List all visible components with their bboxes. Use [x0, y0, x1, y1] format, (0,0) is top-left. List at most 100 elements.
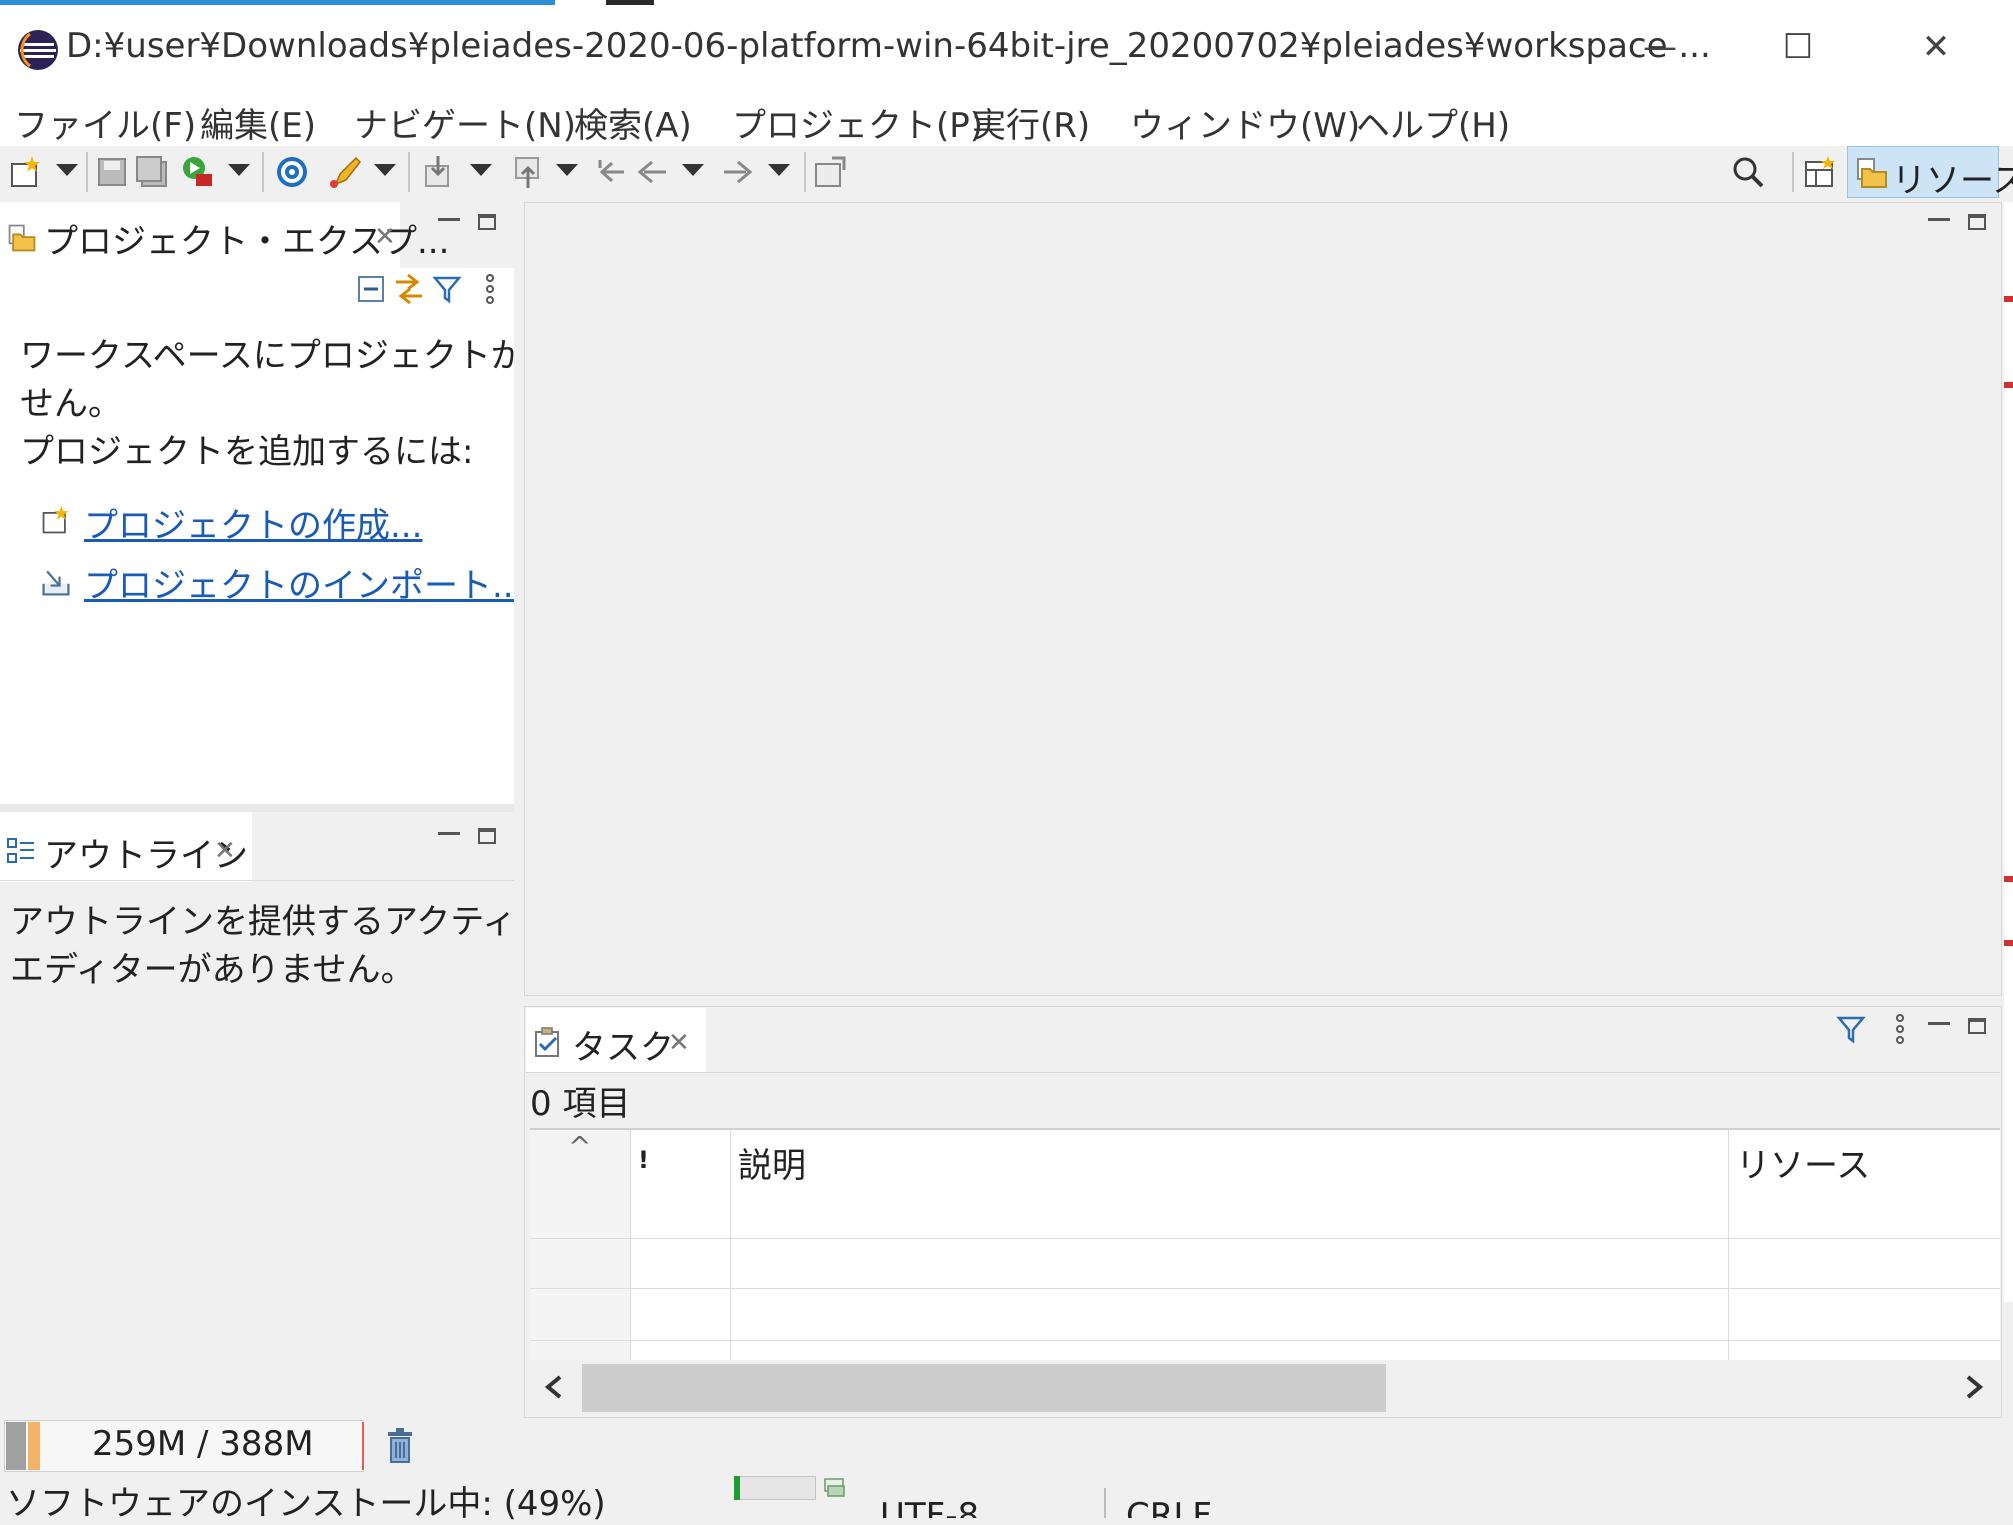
new-wizard-icon[interactable]: [8, 154, 44, 190]
previous-annotation-dropdown-icon[interactable]: [556, 164, 578, 176]
tasks-maximize-icon[interactable]: [1968, 1018, 1986, 1034]
outline-minimize-icon[interactable]: [438, 832, 460, 835]
back-dropdown-icon[interactable]: [682, 164, 704, 176]
scroll-right-arrow-icon[interactable]: [1962, 1374, 1986, 1400]
vertical-sash[interactable]: [514, 202, 524, 1418]
resource-column-header[interactable]: リソース: [1736, 1138, 1870, 1187]
tasks-filter-icon[interactable]: [1836, 1014, 1866, 1044]
right-edge-marker: [2004, 296, 2013, 302]
import-project-link[interactable]: プロジェクトのインポート...: [84, 558, 524, 607]
forward-dropdown-icon[interactable]: [768, 164, 790, 176]
outline-close-icon[interactable]: ✕: [214, 836, 236, 866]
horizontal-scrollbar-thumb[interactable]: [582, 1364, 1386, 1412]
status-separator: [1104, 1488, 1106, 1518]
last-edit-location-icon[interactable]: [594, 154, 630, 190]
link-with-editor-icon[interactable]: [392, 272, 426, 306]
menu-project[interactable]: プロジェクト(P): [732, 98, 983, 147]
settings-gear-icon[interactable]: [274, 154, 310, 190]
new-dropdown-icon[interactable]: [56, 164, 78, 176]
progress-view-icon[interactable]: [824, 1478, 846, 1498]
outline-divider: [0, 880, 514, 881]
create-project-icon: [42, 505, 69, 534]
close-button[interactable]: ✕: [1906, 22, 1966, 72]
menu-file[interactable]: ファイル(F): [14, 98, 196, 147]
line-ending-status: CRLF: [1126, 1496, 1212, 1518]
sort-column-header[interactable]: ^: [568, 1130, 591, 1163]
right-edge-marker: [2004, 876, 2013, 882]
install-progress-fill: [734, 1476, 740, 1500]
description-column-header[interactable]: 説明: [738, 1138, 806, 1187]
heap-used-bar: [6, 1422, 26, 1470]
table-row: [530, 1288, 2000, 1289]
tasks-tab-title: タスク: [572, 1028, 674, 1068]
collapse-all-icon[interactable]: [356, 274, 386, 304]
import-project-icon: [42, 570, 70, 596]
menu-window[interactable]: ウィンドウ(W): [1130, 98, 1360, 147]
garbage-collect-trash-icon[interactable]: [386, 1428, 414, 1464]
outline-maximize-icon[interactable]: [478, 828, 496, 844]
column-divider: [1728, 1130, 1729, 1360]
menu-run[interactable]: 実行(R): [972, 98, 1090, 147]
launch-rocket-icon[interactable]: [326, 154, 362, 190]
right-edge-marker: [2004, 940, 2013, 946]
maximize-button[interactable]: ☐: [1768, 22, 1828, 72]
project-explorer-minimize-icon[interactable]: [438, 218, 460, 221]
column-divider: [630, 1130, 631, 1360]
heap-committed-bar: [28, 1422, 40, 1470]
search-icon[interactable]: [1730, 154, 1766, 190]
open-perspective-icon[interactable]: [1802, 154, 1838, 190]
save-icon[interactable]: [94, 154, 130, 190]
run-dropdown-icon[interactable]: [228, 164, 250, 176]
line-ending-status-clip: CRLF: [1126, 1496, 1226, 1518]
run-server-icon[interactable]: [180, 154, 216, 190]
project-explorer-icon: [8, 224, 36, 252]
outline-empty-message-line2: エディターがありません。: [10, 950, 415, 990]
project-explorer-close-icon[interactable]: ✕: [374, 222, 396, 252]
main-toolbar: [0, 146, 2013, 202]
left-horizontal-sash[interactable]: [0, 804, 514, 812]
title-accent-bar-secondary: [606, 0, 654, 5]
next-annotation-icon[interactable]: [420, 154, 456, 190]
tasks-view-menu-icon[interactable]: [1892, 1012, 1908, 1046]
forward-arrow-icon[interactable]: [720, 154, 756, 190]
scroll-left-arrow-icon[interactable]: [542, 1374, 566, 1400]
toolbar-separator: [1792, 152, 1794, 192]
tasks-minimize-icon[interactable]: [1928, 1022, 1950, 1025]
install-progress-bar: [734, 1476, 816, 1500]
title-accent-bar: [0, 0, 555, 5]
menu-help[interactable]: ヘルプ(H): [1356, 98, 1510, 147]
right-edge-marker: [2004, 382, 2013, 388]
view-menu-icon[interactable]: [482, 272, 498, 306]
pin-editor-icon[interactable]: [812, 154, 848, 190]
project-explorer-maximize-icon[interactable]: [478, 214, 496, 230]
perspective-label: リソース: [1892, 161, 2013, 201]
add-project-hint: プロジェクトを追加するには:: [20, 432, 474, 472]
previous-annotation-icon[interactable]: [510, 154, 546, 190]
toolbar-separator: [86, 152, 88, 192]
tasks-item-count: 0 項目: [530, 1084, 631, 1124]
save-all-icon[interactable]: [134, 154, 170, 190]
table-row: [530, 1340, 2000, 1341]
filter-icon[interactable]: [432, 274, 462, 304]
encoding-status-clip: UTF-8: [880, 1496, 980, 1518]
menu-bar: ファイル(F) 編集(E) ナビゲート(N) 検索(A) プロジェクト(P) 実…: [0, 94, 2013, 146]
editor-maximize-icon[interactable]: [1968, 214, 1986, 230]
back-arrow-icon[interactable]: [634, 154, 670, 190]
right-edge-strip: [2004, 202, 2013, 1302]
menu-edit[interactable]: 編集(E): [200, 98, 316, 147]
heap-usage-text: 259M / 388M: [92, 1424, 314, 1464]
editor-minimize-icon[interactable]: [1928, 218, 1950, 221]
menu-search[interactable]: 検索(A): [574, 98, 692, 147]
toolbar-separator: [262, 152, 264, 192]
minimize-button[interactable]: —: [1630, 22, 1690, 72]
tasks-close-icon[interactable]: ✕: [668, 1028, 690, 1058]
perspective-resource-button[interactable]: リソース: [1847, 146, 2013, 201]
create-project-link[interactable]: プロジェクトの作成...: [84, 498, 422, 547]
column-divider: [730, 1130, 731, 1360]
menu-navigate[interactable]: ナビゲート(N): [354, 98, 576, 147]
launch-dropdown-icon[interactable]: [374, 164, 396, 176]
priority-column-header[interactable]: !: [638, 1146, 649, 1174]
toolbar-separator: [804, 152, 806, 192]
tasks-tab-divider: [526, 1072, 2000, 1073]
next-annotation-dropdown-icon[interactable]: [470, 164, 492, 176]
